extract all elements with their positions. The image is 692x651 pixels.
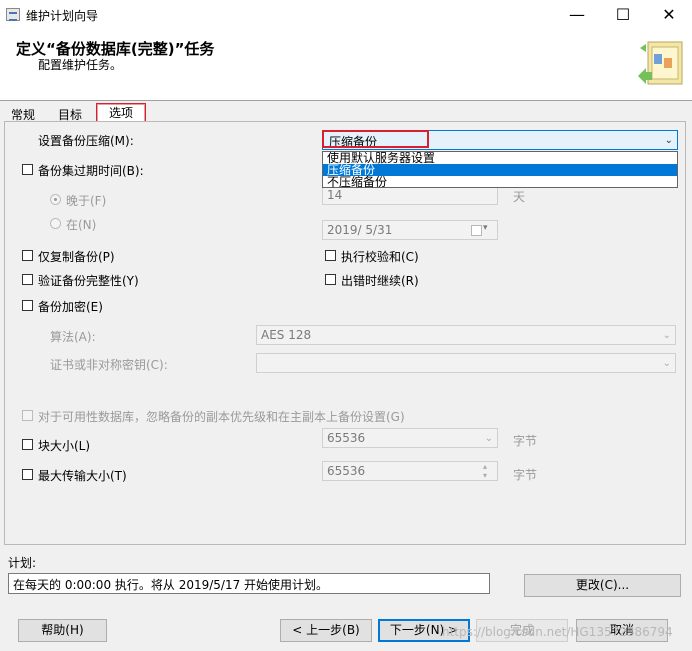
schedule-field: 在每天的 0:00:00 执行。将从 2019/5/17 开始使用计划。 bbox=[8, 573, 490, 594]
copy-only-checkbox[interactable] bbox=[22, 250, 33, 261]
wizard-graphic-icon bbox=[638, 41, 683, 85]
compression-dropdown-list: 使用默认服务器设置 压缩备份 不压缩备份 bbox=[322, 151, 678, 188]
chevron-down-icon: ▾ bbox=[483, 223, 488, 233]
chevron-down-icon: ⌄ bbox=[664, 135, 673, 146]
verify-checkbox[interactable] bbox=[22, 274, 33, 285]
maxtransfer-unit: 字节 bbox=[513, 468, 538, 482]
date-value: 2019/ 5/31 bbox=[327, 223, 393, 237]
checksum-label: 执行校验和(C) bbox=[341, 250, 419, 264]
encrypt-label: 备份加密(E) bbox=[38, 300, 103, 314]
blocksize-label: 块大小(L) bbox=[38, 439, 91, 453]
chevron-down-icon: ⌄ bbox=[484, 433, 493, 444]
cert-label: 证书或非对称密钥(C): bbox=[50, 358, 168, 372]
on-label: 在(N) bbox=[66, 218, 97, 232]
chevron-down-icon: ⌄ bbox=[662, 330, 671, 341]
minimize-button[interactable]: — bbox=[554, 0, 600, 30]
cert-select[interactable]: ⌄ bbox=[256, 353, 676, 373]
copy-only-label: 仅复制备份(P) bbox=[38, 250, 115, 264]
spinner-icon[interactable]: ▴ ▾ bbox=[483, 462, 487, 480]
maximize-button[interactable]: ☐ bbox=[600, 0, 646, 30]
expire-label: 备份集过期时间(B): bbox=[38, 164, 144, 178]
algorithm-select[interactable]: AES 128 ⌄ bbox=[256, 325, 676, 345]
back-button[interactable]: < 上一步(B) bbox=[280, 619, 372, 642]
compression-highlight bbox=[322, 130, 429, 148]
checksum-checkbox[interactable] bbox=[325, 250, 336, 261]
after-label: 晚于(F) bbox=[66, 194, 107, 208]
compression-label: 设置备份压缩(M): bbox=[38, 134, 134, 148]
page-subtitle: 配置维护任务。 bbox=[38, 58, 123, 72]
encrypt-checkbox[interactable] bbox=[22, 300, 33, 311]
maxtransfer-label: 最大传输大小(T) bbox=[38, 469, 127, 483]
algorithm-value: AES 128 bbox=[261, 328, 312, 342]
app-icon bbox=[6, 8, 20, 21]
availability-checkbox[interactable] bbox=[22, 410, 33, 421]
after-radio[interactable] bbox=[50, 194, 61, 205]
expire-checkbox[interactable] bbox=[22, 164, 33, 175]
blocksize-checkbox[interactable] bbox=[22, 439, 33, 450]
watermark-text: https://blog.csdn.net/HG13572386794 bbox=[442, 625, 673, 639]
continue-on-error-label: 出错时继续(R) bbox=[341, 274, 419, 288]
maxtransfer-checkbox[interactable] bbox=[22, 469, 33, 480]
blocksize-select[interactable]: 65536 ⌄ bbox=[322, 428, 498, 448]
maxtransfer-input[interactable]: 65536 ▴ ▾ bbox=[322, 461, 498, 481]
dropdown-option-default[interactable]: 使用默认服务器设置 bbox=[323, 152, 677, 164]
continue-on-error-checkbox[interactable] bbox=[325, 274, 336, 285]
close-button[interactable]: ✕ bbox=[646, 0, 692, 30]
change-schedule-button[interactable]: 更改(C)... bbox=[524, 574, 681, 597]
after-days-value: 14 bbox=[327, 188, 343, 202]
on-date-picker[interactable]: 2019/ 5/31 ▾ bbox=[322, 220, 498, 240]
calendar-icon bbox=[471, 225, 482, 236]
blocksize-unit: 字节 bbox=[513, 434, 538, 448]
algorithm-label: 算法(A): bbox=[50, 330, 96, 344]
dropdown-option-no-compress[interactable]: 不压缩备份 bbox=[323, 176, 677, 188]
availability-label: 对于可用性数据库，忽略备份的副本优先级和在主副本上备份设置(G) bbox=[38, 410, 405, 424]
window-title: 维护计划向导 bbox=[26, 9, 99, 23]
maxtransfer-value: 65536 bbox=[327, 464, 366, 478]
chevron-down-icon: ⌄ bbox=[662, 358, 671, 369]
verify-label: 验证备份完整性(Y) bbox=[38, 274, 139, 288]
days-unit: 天 bbox=[513, 190, 526, 204]
schedule-label: 计划: bbox=[8, 556, 37, 570]
help-button[interactable]: 帮助(H) bbox=[18, 619, 107, 642]
on-radio[interactable] bbox=[50, 218, 61, 229]
blocksize-value: 65536 bbox=[327, 431, 366, 445]
